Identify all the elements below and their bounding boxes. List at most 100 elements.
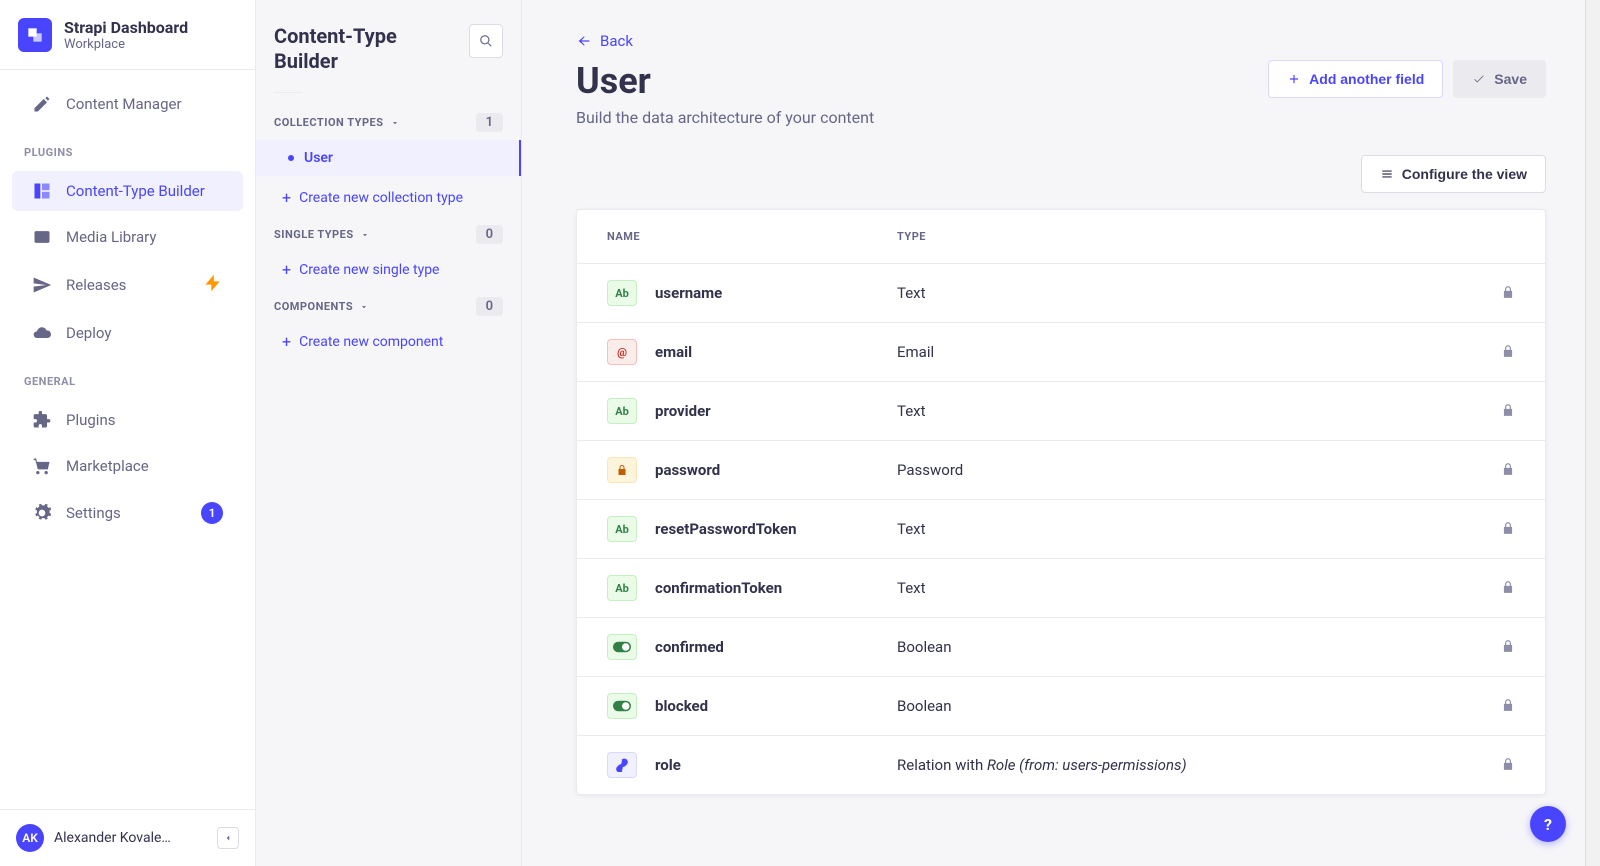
lock-icon	[1485, 638, 1515, 657]
field-row[interactable]: AbusernameText	[577, 263, 1545, 322]
create-component-link[interactable]: + Create new component	[274, 324, 503, 369]
scrollbar-track[interactable]	[1585, 0, 1600, 866]
text-field-icon: Ab	[607, 575, 637, 601]
lock-icon	[1485, 697, 1515, 716]
field-type: Boolean	[897, 697, 1485, 715]
field-name: blocked	[655, 697, 708, 715]
button-label: Save	[1494, 71, 1527, 87]
field-type: Text	[897, 520, 1485, 538]
plus-icon	[1287, 72, 1301, 86]
text-field-icon: Ab	[607, 280, 637, 306]
field-name: password	[655, 461, 720, 479]
bolt-icon	[203, 273, 223, 297]
page-title: User	[576, 60, 651, 102]
field-type: Password	[897, 461, 1485, 479]
lock-icon	[1485, 520, 1515, 539]
cart-icon	[32, 456, 52, 476]
puzzle-icon	[32, 410, 52, 430]
nav-plugins[interactable]: Plugins	[12, 400, 243, 440]
user-name: Alexander Kovale…	[54, 830, 207, 846]
plus-icon: +	[282, 332, 291, 351]
user-avatar[interactable]: AK	[16, 824, 44, 852]
category-collection-types[interactable]: COLLECTION TYPES 1	[274, 113, 503, 132]
active-dot-icon	[288, 155, 294, 161]
category-single-types[interactable]: SINGLE TYPES 0	[274, 225, 503, 244]
list-icon	[1380, 167, 1394, 181]
divider	[274, 92, 302, 93]
field-row[interactable]: role Relation with Role (from: users-perm…	[577, 735, 1545, 794]
create-single-type-link[interactable]: + Create new single type	[274, 252, 503, 297]
brand-subtitle: Workplace	[64, 37, 188, 53]
nav-label: Releases	[66, 276, 189, 294]
nav-label: Deploy	[66, 324, 111, 342]
chevron-down-icon	[359, 302, 369, 312]
page-subtitle: Build the data architecture of your cont…	[576, 108, 1546, 127]
nav-label: Content-Type Builder	[66, 182, 205, 200]
category-count: 0	[476, 225, 503, 244]
field-row[interactable]: confirmed Boolean	[577, 617, 1545, 676]
arrow-left-icon	[576, 33, 592, 49]
field-type: Relation with Role (from: users-permissi…	[897, 756, 1485, 774]
table-header-type: TYPE	[897, 230, 1485, 243]
help-fab-button[interactable]: ?	[1530, 806, 1566, 842]
field-row[interactable]: password Password	[577, 440, 1545, 499]
nav-releases[interactable]: Releases	[12, 263, 243, 307]
layout-icon	[32, 181, 52, 201]
field-name: email	[655, 343, 692, 361]
field-row[interactable]: AbproviderText	[577, 381, 1545, 440]
gear-icon	[32, 503, 52, 523]
field-row[interactable]: @emailEmail	[577, 322, 1545, 381]
chevron-down-icon	[390, 118, 400, 128]
collapse-sidebar-button[interactable]	[217, 827, 239, 849]
create-link-label: Create new component	[299, 334, 443, 350]
button-label: Configure the view	[1402, 166, 1527, 182]
pencil-icon	[32, 94, 52, 114]
lock-icon	[1485, 343, 1515, 362]
nav-content-type-builder[interactable]: Content-Type Builder	[12, 171, 243, 211]
chevron-left-icon	[223, 833, 233, 843]
field-name: provider	[655, 402, 711, 420]
nav-section-general: GENERAL	[0, 359, 255, 394]
button-label: Add another field	[1309, 71, 1424, 87]
nav-deploy[interactable]: Deploy	[12, 313, 243, 353]
lock-icon	[1485, 756, 1515, 775]
configure-view-button[interactable]: Configure the view	[1361, 155, 1546, 193]
create-collection-type-link[interactable]: + Create new collection type	[274, 180, 503, 225]
category-count: 1	[476, 113, 503, 132]
password-field-icon	[607, 457, 637, 483]
search-button[interactable]	[469, 24, 503, 58]
field-row[interactable]: AbresetPasswordTokenText	[577, 499, 1545, 558]
lock-icon	[1485, 579, 1515, 598]
save-button[interactable]: Save	[1453, 60, 1546, 98]
nav-label: Marketplace	[66, 457, 149, 475]
nav-settings[interactable]: Settings 1	[12, 492, 243, 534]
field-name: role	[655, 756, 681, 774]
field-row[interactable]: AbconfirmationTokenText	[577, 558, 1545, 617]
nav-marketplace[interactable]: Marketplace	[12, 446, 243, 486]
nav-media-library[interactable]: Media Library	[12, 217, 243, 257]
collection-type-item-user[interactable]: User	[256, 140, 521, 176]
back-link[interactable]: Back	[576, 32, 633, 50]
category-components[interactable]: COMPONENTS 0	[274, 297, 503, 316]
fields-table: NAME TYPE AbusernameText@emailEmailAbpro…	[576, 209, 1546, 795]
category-label: SINGLE TYPES	[274, 228, 354, 241]
user-footer: AK Alexander Kovale…	[0, 809, 255, 866]
content-area: Back User Add another field Save Build t…	[522, 0, 1600, 866]
field-name: username	[655, 284, 722, 302]
plus-icon: +	[282, 188, 291, 207]
nav-content-manager[interactable]: Content Manager	[12, 84, 243, 124]
nav-section-plugins: PLUGINS	[0, 130, 255, 165]
cloud-icon	[32, 323, 52, 343]
lock-icon	[1485, 402, 1515, 421]
category-label: COLLECTION TYPES	[274, 116, 384, 129]
paper-plane-icon	[32, 275, 52, 295]
field-row[interactable]: blocked Boolean	[577, 676, 1545, 735]
add-field-button[interactable]: Add another field	[1268, 60, 1443, 98]
lock-icon	[1485, 284, 1515, 303]
field-name: confirmed	[655, 638, 724, 656]
main-sidebar: Strapi Dashboard Workplace Content Manag…	[0, 0, 256, 866]
image-icon	[32, 227, 52, 247]
chevron-down-icon	[360, 230, 370, 240]
field-type: Boolean	[897, 638, 1485, 656]
field-name: resetPasswordToken	[655, 520, 797, 538]
